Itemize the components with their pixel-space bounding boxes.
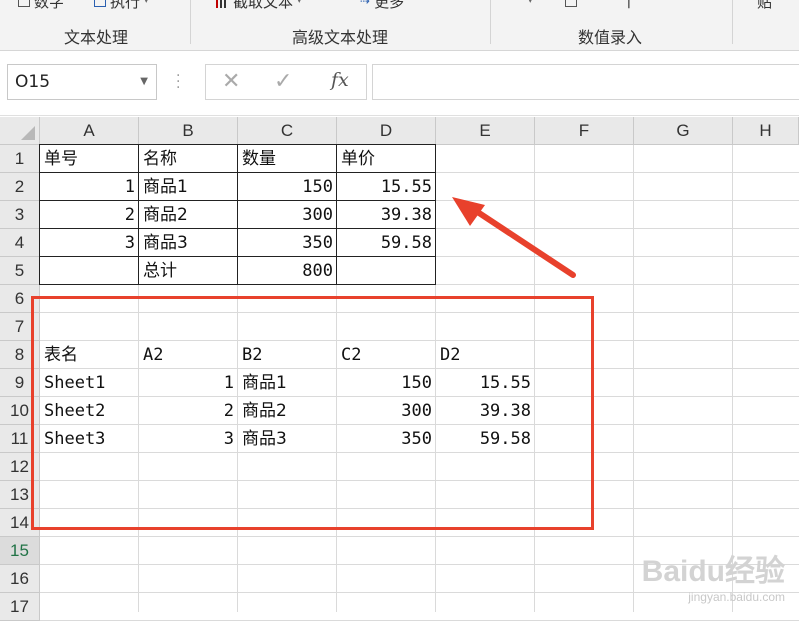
ribbon-separator	[490, 0, 491, 44]
formula-buttons: ✕ ✓ fx	[205, 64, 367, 100]
row-header-15[interactable]: 15	[0, 537, 40, 565]
grid-line	[633, 145, 634, 612]
row-header-4[interactable]: 4	[0, 229, 40, 257]
drag-handle-icon[interactable]: · · ·	[176, 69, 180, 95]
close-icon[interactable]: ✕	[222, 69, 240, 94]
row-header-2[interactable]: 2	[0, 173, 40, 201]
ribbon-number-label: 数字	[34, 0, 65, 11]
table-icon	[564, 0, 577, 7]
ribbon-paste-button[interactable]: 贴	[757, 0, 773, 11]
cell[interactable]: 数量	[238, 145, 337, 173]
cell[interactable]: 商品3	[139, 229, 238, 257]
select-all-corner[interactable]	[0, 117, 40, 145]
cell[interactable]: 单号	[40, 145, 139, 173]
more-icon: ⇢	[360, 0, 371, 8]
cell[interactable]: 1	[40, 173, 139, 201]
chevron-down-icon: ▾	[297, 0, 302, 6]
formula-bar: O15 ▼ · · · ✕ ✓ fx	[0, 51, 799, 116]
cell[interactable]: 单价	[337, 145, 436, 173]
cell[interactable]: 2	[40, 201, 139, 229]
table-border	[39, 256, 139, 285]
grid-line	[40, 536, 799, 537]
chevron-down-icon: ▾	[528, 0, 533, 6]
cell[interactable]: 总计	[139, 257, 238, 285]
ribbon-separator	[190, 0, 191, 44]
table-border	[336, 256, 436, 285]
group-label-advanced-text: 高级文本处理	[291, 28, 388, 47]
column-header-c[interactable]: C	[238, 117, 337, 145]
column-header-f[interactable]: F	[535, 117, 634, 145]
check-icon[interactable]: ✓	[274, 69, 292, 94]
cell[interactable]: 800	[238, 257, 337, 285]
ribbon-more-label: 更多	[374, 0, 405, 11]
baidu-logo: Baidu经验	[641, 555, 785, 588]
watermark: Baidu经验 jingyan.baidu.com	[642, 546, 785, 604]
ribbon-execute-label: 执行	[110, 0, 141, 11]
row-header-5[interactable]: 5	[0, 257, 40, 285]
column-header-b[interactable]: B	[139, 117, 238, 145]
checkbox-icon	[18, 0, 30, 7]
column-header-e[interactable]: E	[436, 117, 535, 145]
annotation-red-box	[31, 296, 594, 530]
row-header-1[interactable]: 1	[0, 145, 40, 173]
cell[interactable]: 39.38	[337, 201, 436, 229]
cell[interactable]: 350	[238, 229, 337, 257]
chevron-down-icon: ▾	[144, 0, 149, 6]
extract-text-icon	[215, 0, 229, 8]
ribbon-separator	[732, 0, 733, 44]
execute-icon	[94, 0, 106, 7]
column-header-a[interactable]: A	[40, 117, 139, 145]
cell[interactable]: 300	[238, 201, 337, 229]
ribbon-paste-label: 贴	[757, 0, 773, 11]
ribbon-extract-text-label: 截取文本	[233, 0, 294, 11]
ribbon: 数字 执行 ▾ 截取文本 ▾ ⇢ 更多 ▾ | 贴 文本处理 高级文本处理 数值…	[0, 0, 799, 51]
row-header-16[interactable]: 16	[0, 565, 40, 593]
ribbon-number-button[interactable]: 数字	[18, 0, 65, 11]
row-header-3[interactable]: 3	[0, 201, 40, 229]
separator-icon: |	[626, 0, 632, 9]
cell[interactable]: 名称	[139, 145, 238, 173]
cell[interactable]: 商品1	[139, 173, 238, 201]
chevron-down-icon[interactable]: ▼	[140, 65, 148, 99]
cell[interactable]: 15.55	[337, 173, 436, 201]
name-box[interactable]: O15 ▼	[7, 64, 157, 100]
ribbon-extract-text-button[interactable]: 截取文本 ▾	[215, 0, 302, 11]
column-header-d[interactable]: D	[337, 117, 436, 145]
cell[interactable]: 59.58	[337, 229, 436, 257]
group-label-numeric-entry: 数值录入	[577, 28, 642, 47]
grid-line	[732, 145, 733, 612]
cell[interactable]: 3	[40, 229, 139, 257]
name-box-value: O15	[15, 72, 51, 92]
column-header-g[interactable]: G	[634, 117, 733, 145]
ribbon-more-button[interactable]: ⇢ 更多	[360, 0, 405, 11]
cell[interactable]: 商品2	[139, 201, 238, 229]
group-label-text-processing: 文本处理	[63, 28, 128, 47]
row-header-17[interactable]: 17	[0, 593, 40, 621]
ribbon-execute-button[interactable]: 执行 ▾	[94, 0, 149, 11]
function-icon[interactable]: fx	[331, 69, 349, 91]
ribbon-dropdown-button[interactable]: ▾ |	[528, 0, 631, 10]
cell[interactable]: 150	[238, 173, 337, 201]
formula-input[interactable]	[372, 64, 799, 100]
column-header-h[interactable]: H	[733, 117, 799, 145]
watermark-url: jingyan.baidu.com	[688, 590, 785, 604]
